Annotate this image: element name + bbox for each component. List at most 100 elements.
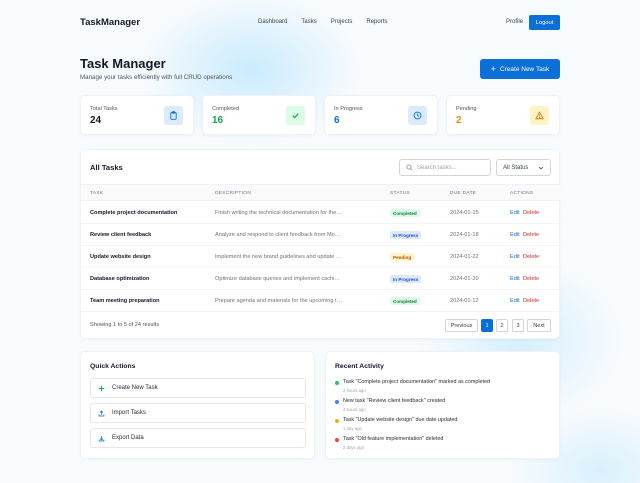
pagination-page-1[interactable]: 1 [481, 319, 493, 332]
brand-logo[interactable]: TaskManager [80, 17, 140, 28]
pagination-previous-button[interactable]: Previous [445, 319, 478, 332]
stat-label: Completed [212, 106, 240, 112]
pagination-next-button[interactable]: Next [527, 319, 551, 332]
tasks-table-card: All Tasks All Status TASK DESCRIPTION ST… [80, 149, 561, 339]
delete-button[interactable]: Delete [523, 254, 539, 260]
stat-icon-box [408, 106, 427, 125]
stat-label: Total Tasks [90, 106, 118, 112]
delete-button[interactable]: Delete [523, 210, 539, 216]
edit-button[interactable]: Edit [510, 210, 520, 216]
stat-icon-box [164, 106, 183, 125]
status-badge: Pending [390, 253, 415, 261]
activity-time: 2 hours ago [343, 388, 366, 393]
logout-button[interactable]: Logout [529, 15, 560, 30]
plus-icon: + [490, 63, 496, 74]
delete-button[interactable]: Delete [523, 298, 539, 304]
status-filter-value: All Status [503, 164, 529, 171]
activity-text: Task "Update website design" due date up… [343, 417, 458, 423]
stat-card-pending: Pending 2 [446, 95, 560, 135]
task-name: Update website design [90, 254, 151, 260]
stat-card-completed: Completed 16 [202, 95, 316, 135]
activity-text: New task "Review client feedback" create… [343, 398, 446, 404]
stat-icon-box [530, 106, 549, 125]
activity-time: 1 day ago [343, 426, 362, 431]
table-row: Update website design Implement the new … [81, 246, 561, 268]
activity-time: 2 days ago [343, 445, 365, 450]
activity-dot [335, 438, 339, 442]
clock-icon [413, 111, 422, 120]
quick-actions-card: Quick Actions Create New Task Import Tas… [80, 351, 315, 459]
task-description: Implement the new brand guidelines and u… [215, 254, 343, 260]
stat-value: 16 [212, 115, 224, 126]
quick-action-create-task[interactable]: Create New Task [90, 378, 306, 398]
status-badge: Completed [390, 209, 420, 217]
check-icon [292, 113, 299, 119]
nav-link-reports[interactable]: Reports [366, 19, 387, 25]
activity-text: Task "Old feature implementation" delete… [343, 436, 444, 442]
task-due-date: 2024-01-18 [450, 232, 479, 238]
activity-time: 4 hours ago [343, 407, 366, 412]
stat-value: 6 [334, 115, 340, 126]
pagination-page-2[interactable]: 2 [496, 319, 508, 332]
activity-dot [335, 419, 339, 423]
top-nav: TaskManager Dashboard Tasks Projects Rep… [0, 0, 640, 46]
quick-action-import-tasks[interactable]: Import Tasks [90, 403, 306, 423]
chevron-down-icon [538, 166, 544, 169]
search-icon [406, 164, 413, 171]
upload-icon [98, 410, 105, 416]
quick-action-export-data[interactable]: Export Data [90, 428, 306, 448]
nav-link-projects[interactable]: Projects [331, 19, 353, 25]
task-description: Analyze and respond to client feedback f… [215, 232, 343, 238]
task-description: Optimize database queries and implement … [215, 276, 343, 282]
stat-icon-box [286, 106, 305, 125]
status-badge: Completed [390, 297, 420, 305]
task-due-date: 2024-01-20 [450, 276, 479, 282]
stat-value: 2 [456, 115, 462, 126]
delete-button[interactable]: Delete [523, 276, 539, 282]
column-header-task: TASK [90, 191, 104, 196]
plus-icon [98, 385, 105, 391]
tasks-table-title: All Tasks [90, 163, 123, 172]
stat-card-in-progress: In Progress 6 [324, 95, 438, 135]
task-description: Prepare agenda and materials for the upc… [215, 298, 343, 304]
edit-button[interactable]: Edit [510, 276, 520, 282]
table-row: Review client feedback Analyze and respo… [81, 224, 561, 246]
edit-button[interactable]: Edit [510, 232, 520, 238]
recent-activity-title: Recent Activity [335, 363, 384, 370]
edit-button[interactable]: Edit [510, 298, 520, 304]
column-header-actions: ACTIONS [510, 191, 534, 196]
table-header: TASK DESCRIPTION STATUS DUE DATE ACTIONS [81, 184, 561, 201]
download-icon [98, 435, 105, 441]
task-due-date: 2024-01-22 [450, 254, 479, 260]
stat-label: In Progress [334, 106, 363, 112]
activity-dot [335, 381, 339, 385]
task-due-date: 2024-01-15 [450, 210, 479, 216]
column-header-due-date: DUE DATE [450, 191, 477, 196]
stat-label: Pending [456, 106, 477, 112]
warning-icon [535, 111, 544, 120]
quick-action-label: Export Data [112, 435, 144, 441]
nav-link-tasks[interactable]: Tasks [301, 19, 316, 25]
search-box[interactable] [399, 159, 491, 176]
quick-actions-title: Quick Actions [90, 363, 136, 370]
page-subtitle: Manage your tasks efficiently with full … [80, 74, 233, 81]
stat-card-total: Total Tasks 24 [80, 95, 194, 135]
page-title: Task Manager [80, 56, 166, 71]
task-name: Complete project documentation [90, 210, 178, 216]
table-row: Complete project documentation Finish wr… [81, 202, 561, 224]
profile-link[interactable]: Profile [506, 19, 523, 25]
task-name: Team meeting preparation [90, 298, 160, 304]
nav-link-dashboard[interactable]: Dashboard [258, 19, 287, 25]
nav-links: Dashboard Tasks Projects Reports [258, 19, 387, 25]
search-input[interactable] [417, 164, 487, 171]
clipboard-icon [170, 111, 177, 120]
quick-action-label: Create New Task [112, 385, 158, 391]
column-header-status: STATUS [390, 191, 411, 196]
status-filter-select[interactable]: All Status [496, 159, 551, 176]
status-badge: In Progress [390, 275, 422, 283]
create-task-button[interactable]: + Create New Task [480, 59, 560, 79]
edit-button[interactable]: Edit [510, 254, 520, 260]
table-row: Team meeting preparation Prepare agenda … [81, 290, 561, 312]
pagination-page-3[interactable]: 3 [512, 319, 524, 332]
delete-button[interactable]: Delete [523, 232, 539, 238]
